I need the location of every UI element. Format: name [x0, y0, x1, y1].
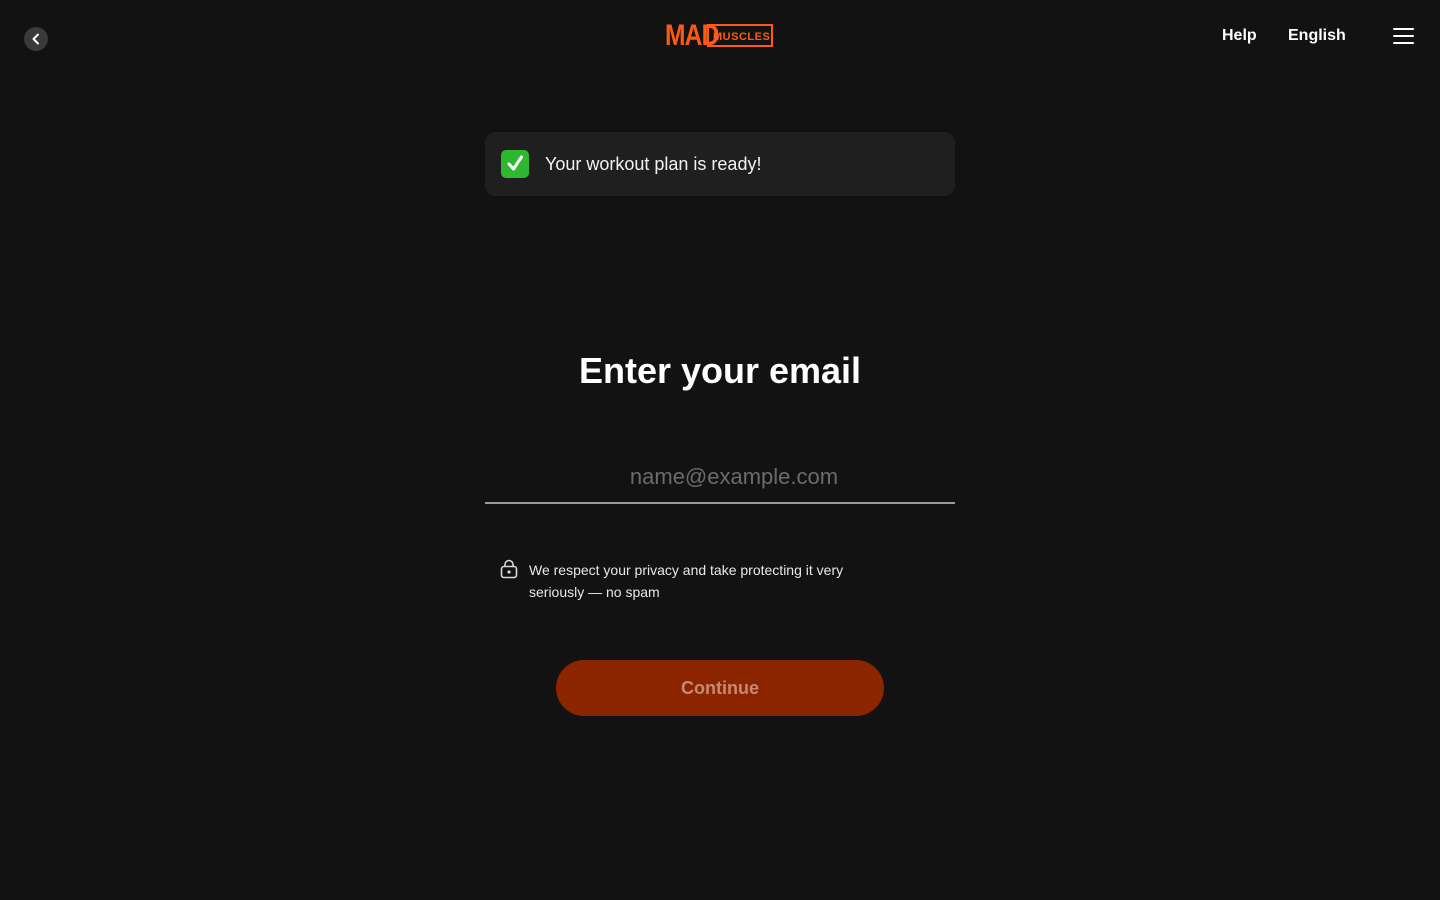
back-button[interactable]	[24, 27, 48, 51]
logo-mad: MAD	[665, 19, 719, 52]
chevron-left-icon	[32, 33, 39, 45]
notice-text: Your workout plan is ready!	[545, 153, 762, 174]
privacy-note: We respect your privacy and take protect…	[500, 559, 900, 603]
hamburger-menu-button[interactable]	[1393, 28, 1414, 44]
continue-button[interactable]: Continue	[556, 660, 884, 716]
hamburger-menu-icon	[1393, 28, 1414, 30]
privacy-text: We respect your privacy and take protect…	[529, 562, 844, 600]
page-title: Enter your email	[578, 350, 862, 391]
email-page: MAD MUSCLES Help English Your workout pl…	[0, 0, 1440, 900]
brand-logo[interactable]: MAD MUSCLES	[665, 19, 773, 52]
language-selector[interactable]: English	[1288, 26, 1346, 46]
help-link[interactable]: Help	[1222, 26, 1257, 46]
lock-icon	[500, 559, 518, 579]
check-mark-button-icon	[501, 150, 529, 178]
hamburger-line	[1393, 42, 1414, 44]
email-field-wrapper	[485, 455, 955, 504]
email-input[interactable]	[485, 455, 955, 499]
plan-ready-notice: Your workout plan is ready!	[485, 132, 955, 196]
hamburger-line	[1393, 35, 1414, 37]
